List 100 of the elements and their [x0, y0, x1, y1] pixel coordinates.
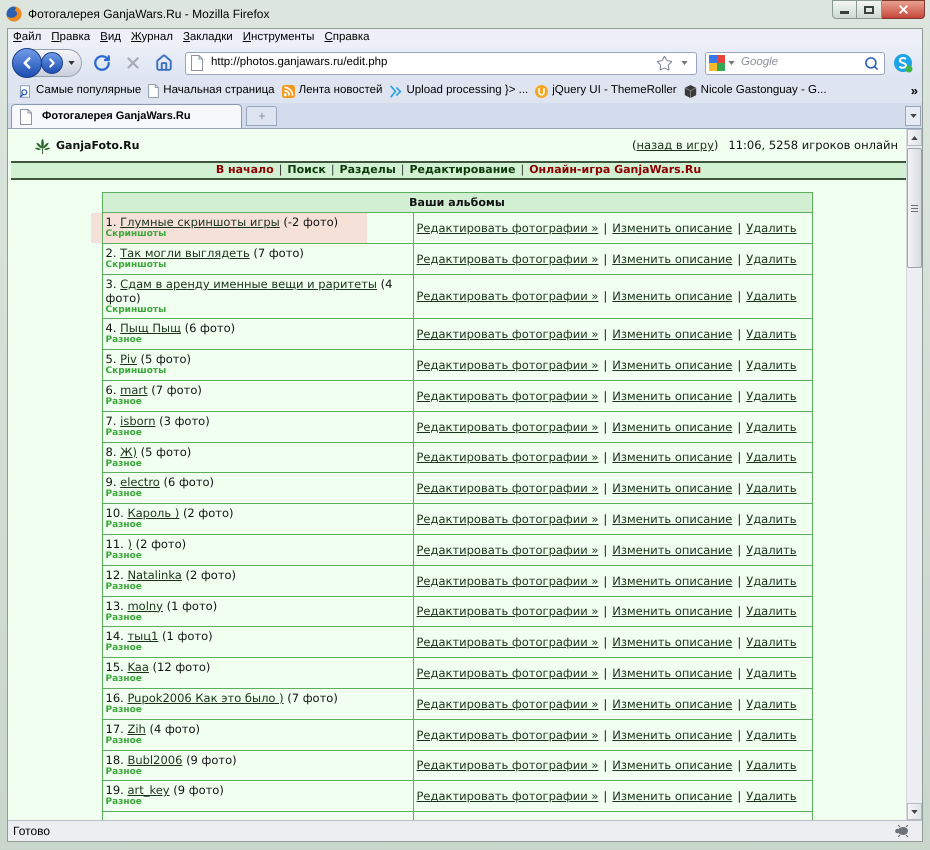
album-link[interactable]: Natalinka — [127, 568, 182, 582]
action-link[interactable]: Удалить — [746, 728, 797, 742]
action-link[interactable]: Изменить описание — [612, 220, 732, 235]
action-link[interactable]: Редактировать фотографии » — [416, 252, 598, 266]
action-link[interactable]: Изменить описание — [612, 666, 732, 680]
bookmarks-overflow-button[interactable]: » — [910, 81, 918, 101]
action-link[interactable]: Изменить описание — [612, 420, 732, 434]
album-link[interactable]: molny — [127, 598, 163, 613]
scroll-up-button[interactable] — [907, 129, 922, 146]
album-link[interactable]: Piv — [120, 352, 137, 366]
action-link[interactable]: Изменить описание — [612, 388, 732, 403]
album-link[interactable]: Zih — [127, 722, 146, 736]
album-link[interactable]: Bubl2006 — [127, 752, 182, 767]
action-link[interactable]: Удалить — [746, 388, 797, 403]
action-link[interactable]: Удалить — [746, 758, 797, 772]
action-link[interactable]: Изменить описание — [612, 635, 732, 650]
bookmark-item[interactable]: Самые популярные — [19, 82, 142, 100]
action-link[interactable]: Редактировать фотографии » — [416, 635, 598, 650]
album-link[interactable]: Kaa — [127, 660, 149, 674]
album-link[interactable]: mart — [120, 382, 148, 397]
action-link[interactable]: Редактировать фотографии » — [416, 542, 598, 557]
action-link[interactable]: Удалить — [746, 358, 797, 372]
album-link[interactable]: Кароль ) — [127, 506, 180, 520]
action-link[interactable]: Изменить описание — [612, 358, 732, 372]
action-link[interactable]: Редактировать фотографии » — [416, 728, 598, 742]
bookmark-item[interactable]: Upload processing }> ... — [389, 82, 528, 100]
album-link[interactable]: Pupok2006 Как это было ) — [127, 690, 284, 705]
maximize-button[interactable] — [857, 0, 882, 19]
nav-link[interactable]: В начало — [216, 162, 274, 179]
action-link[interactable]: Изменить описание — [612, 481, 732, 496]
tab-list-button[interactable] — [905, 106, 921, 126]
menu-item[interactable]: Журнал — [130, 29, 173, 47]
back-to-game-link[interactable]: назад в игру — [636, 138, 714, 152]
action-link[interactable]: Удалить — [746, 252, 797, 266]
action-link[interactable]: Редактировать фотографии » — [416, 388, 598, 403]
action-link[interactable]: Редактировать фотографии » — [416, 574, 598, 588]
action-link[interactable]: Изменить описание — [612, 327, 732, 342]
action-link[interactable]: Удалить — [746, 289, 797, 304]
action-link[interactable]: Удалить — [746, 481, 797, 496]
reload-button[interactable] — [93, 54, 111, 72]
menu-item[interactable]: Справка — [324, 29, 370, 47]
bookmark-item[interactable]: Nicole Gastonguay - G... — [684, 82, 827, 100]
scroll-down-button[interactable] — [907, 803, 922, 820]
album-link[interactable]: art_key — [127, 783, 170, 798]
home-button[interactable] — [155, 54, 173, 72]
action-link[interactable]: Изменить описание — [612, 604, 732, 618]
nav-link[interactable]: Поиск — [287, 162, 326, 179]
action-link[interactable]: Редактировать фотографии » — [416, 289, 598, 304]
action-link[interactable]: Удалить — [746, 666, 797, 680]
album-link[interactable]: тыц1 — [127, 629, 158, 644]
action-link[interactable]: Редактировать фотографии » — [416, 220, 598, 235]
action-link[interactable]: Изменить описание — [612, 542, 732, 557]
close-button[interactable] — [882, 0, 925, 19]
action-link[interactable]: Редактировать фотографии » — [416, 358, 598, 372]
action-link[interactable]: Удалить — [746, 420, 797, 434]
action-link[interactable]: Изменить описание — [612, 696, 732, 711]
action-link[interactable]: Редактировать фотографии » — [416, 789, 598, 804]
menu-item[interactable]: Правка — [51, 29, 90, 47]
action-link[interactable]: Изменить описание — [612, 450, 732, 464]
bookmark-item[interactable]: Лента новостей — [282, 82, 382, 100]
action-link[interactable]: Изменить описание — [612, 252, 732, 266]
action-link[interactable]: Редактировать фотографии » — [416, 604, 598, 618]
action-link[interactable]: Изменить описание — [612, 289, 732, 304]
album-link[interactable]: Ж) — [120, 444, 138, 459]
action-link[interactable]: Удалить — [746, 696, 797, 711]
album-link[interactable]: isborn — [120, 414, 156, 428]
bookmark-item[interactable]: Начальная страница — [148, 82, 275, 100]
browser-tab[interactable]: Фотогалерея GanjaWars.Ru — [11, 104, 242, 128]
action-link[interactable]: Редактировать фотографии » — [416, 758, 598, 772]
action-link[interactable]: Изменить описание — [612, 758, 732, 772]
address-field[interactable]: http://photos.ganjawars.ru/edit.php — [185, 52, 697, 74]
album-link[interactable]: Глумные скриншоты игры — [120, 215, 280, 229]
nav-link[interactable]: Разделы — [340, 162, 396, 179]
album-link[interactable]: Так могли выглядеть — [120, 246, 250, 260]
menu-item[interactable]: Вид — [100, 29, 121, 47]
action-link[interactable]: Удалить — [746, 220, 797, 235]
bookmark-item[interactable]: jQuery UI - ThemeRoller — [535, 82, 677, 100]
menu-item[interactable]: Закладки — [182, 29, 233, 47]
action-link[interactable]: Удалить — [746, 512, 797, 526]
action-link[interactable]: Удалить — [746, 450, 797, 464]
action-link[interactable]: Редактировать фотографии » — [416, 327, 598, 342]
nav-link[interactable]: Редактирование — [410, 162, 516, 179]
action-link[interactable]: Редактировать фотографии » — [416, 481, 598, 496]
album-link[interactable]: ) — [127, 536, 132, 551]
action-link[interactable]: Удалить — [746, 604, 797, 618]
action-link[interactable]: Редактировать фотографии » — [416, 666, 598, 680]
action-link[interactable]: Удалить — [746, 635, 797, 650]
menu-item[interactable]: Инструменты — [242, 29, 314, 47]
minimize-button[interactable] — [832, 0, 857, 19]
action-link[interactable]: Удалить — [746, 327, 797, 342]
menu-item[interactable]: Файл — [13, 29, 42, 47]
action-link[interactable]: Удалить — [746, 542, 797, 557]
action-link[interactable]: Изменить описание — [612, 512, 732, 526]
action-link[interactable]: Удалить — [746, 789, 797, 804]
action-link[interactable]: Редактировать фотографии » — [416, 512, 598, 526]
action-link[interactable]: Удалить — [746, 574, 797, 588]
action-link[interactable]: Редактировать фотографии » — [416, 696, 598, 711]
action-link[interactable]: Редактировать фотографии » — [416, 420, 598, 434]
forward-button[interactable] — [41, 52, 63, 74]
album-link[interactable]: Пыщ Пыщ — [120, 321, 181, 336]
